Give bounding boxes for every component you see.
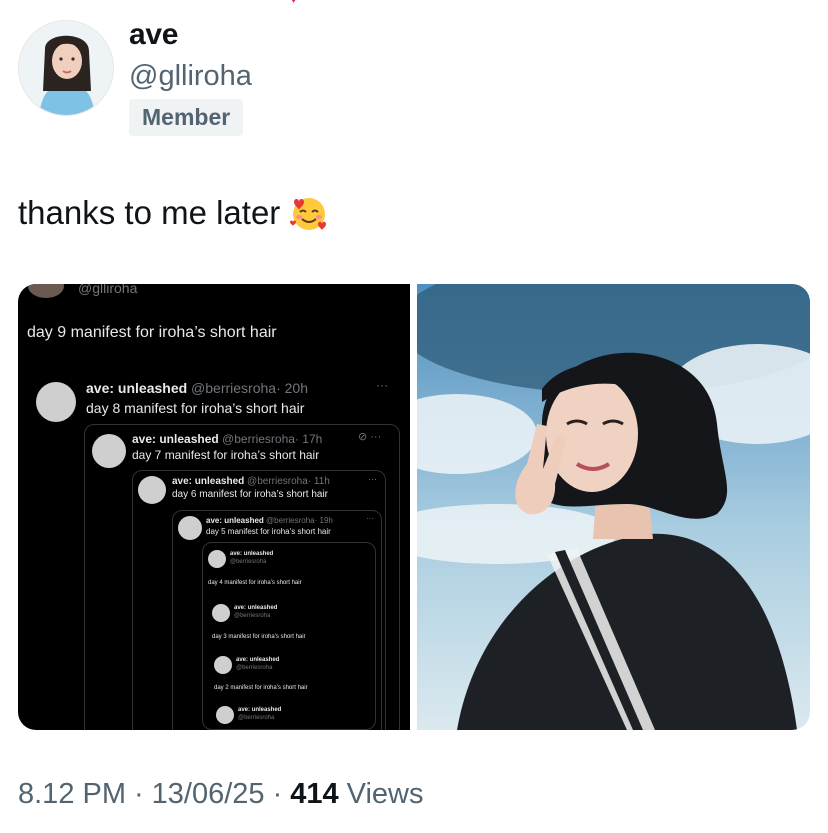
more-icon: ··· bbox=[368, 474, 377, 484]
tweet-metadata: 8.12 PM · 13/06/25 · 414 Views bbox=[18, 778, 423, 811]
tweet-time[interactable]: 8.12 PM bbox=[18, 778, 126, 811]
ss-quote-header: ave: unleashed @berriesroha· 11h bbox=[172, 476, 330, 487]
ss-quote-header: ave: unleashed @berriesroha· 20h bbox=[86, 380, 308, 396]
ss-avatar bbox=[212, 604, 230, 622]
views-label: Views bbox=[346, 778, 424, 810]
smiling-face-with-hearts-icon bbox=[288, 192, 330, 234]
separator: · bbox=[272, 778, 283, 810]
more-icon: ⊘ ··· bbox=[358, 431, 382, 443]
ss-quote-header: ave: unleashed @berriesroha· 17h bbox=[132, 432, 323, 446]
media-screenshot[interactable]: @glliroha day 9 manifest for iroha’s sho… bbox=[18, 284, 410, 730]
ss-quote-header: ave: unleashed @berriesroha bbox=[236, 657, 280, 671]
ss-quote-text: day 4 manifest for iroha’s short hair bbox=[208, 580, 302, 586]
ss-avatar bbox=[208, 550, 226, 568]
ss-quote-text: day 6 manifest for iroha’s short hair bbox=[172, 489, 329, 500]
ss-avatar bbox=[92, 434, 126, 468]
ss-quote-text: day 2 manifest for iroha’s short hair bbox=[214, 685, 308, 691]
ss-quote-text: day 5 manifest for iroha’s short hair bbox=[206, 527, 331, 536]
photo-illustration bbox=[417, 284, 810, 730]
tweet-media[interactable]: @glliroha day 9 manifest for iroha’s sho… bbox=[18, 284, 810, 730]
tweet-date[interactable]: 13/06/25 bbox=[152, 778, 265, 811]
ss-quote-header: ave: unleashed @berriesroha bbox=[238, 707, 282, 721]
ss-avatar bbox=[178, 516, 202, 540]
ss-quote-header: ave: unleashed @berriesroha· 19h bbox=[206, 516, 333, 525]
cut-avatar bbox=[28, 284, 64, 298]
more-icon: ··· bbox=[366, 514, 374, 523]
cut-handle: @glliroha bbox=[78, 284, 138, 296]
ss-quote-text: day 8 manifest for iroha’s short hair bbox=[86, 400, 305, 416]
ss-quote-text: day 3 manifest for iroha’s short hair bbox=[212, 634, 306, 640]
ss-main-text: day 9 manifest for iroha’s short hair bbox=[27, 324, 277, 341]
tweet-text: thanks to me later bbox=[18, 192, 330, 234]
member-badge[interactable]: Member bbox=[129, 99, 244, 136]
ss-avatar bbox=[36, 382, 76, 422]
author-avatar[interactable] bbox=[18, 20, 114, 116]
ss-quote-header: ave: unleashed @berriesroha bbox=[230, 551, 274, 565]
ss-avatar bbox=[138, 476, 166, 504]
ss-quote-header: ave: unleashed @berriesroha bbox=[234, 605, 278, 619]
heart-icon: ♥ bbox=[290, 0, 302, 6]
tweet-text-content: thanks to me later bbox=[18, 194, 281, 231]
media-photo[interactable] bbox=[417, 284, 810, 730]
author-display-name[interactable]: ave bbox=[129, 18, 178, 52]
ss-quote-text: day 7 manifest for iroha’s short hair bbox=[132, 448, 320, 462]
views-count[interactable]: 414 bbox=[290, 778, 338, 811]
separator: · bbox=[134, 778, 144, 810]
more-icon: ··· bbox=[376, 378, 388, 392]
ss-avatar bbox=[216, 706, 234, 724]
author-handle[interactable]: @glliroha bbox=[129, 60, 252, 93]
ss-avatar bbox=[214, 656, 232, 674]
